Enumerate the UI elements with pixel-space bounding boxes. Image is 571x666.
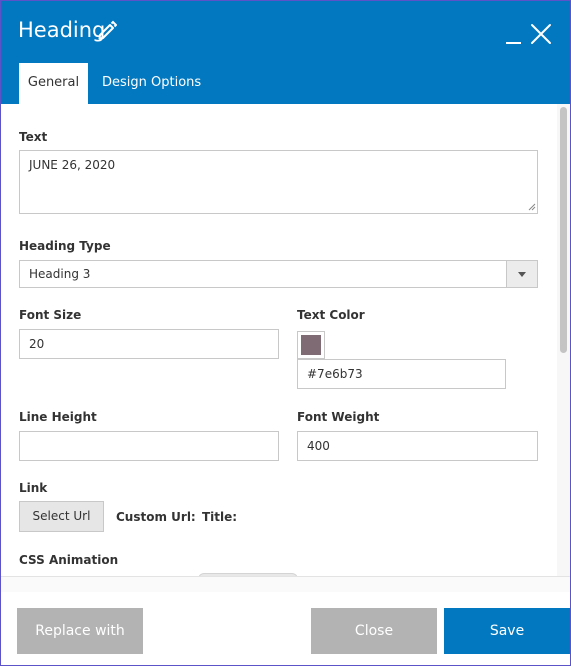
select-url-button[interactable]: Select Url [19,501,104,532]
scrollbar-thumb[interactable] [560,107,567,353]
dialog-title: Heading [18,18,106,42]
footer-divider [1,576,570,592]
close-button[interactable]: Close [311,608,437,654]
text-label: Text [19,130,48,144]
css-animation-label: CSS Animation [19,553,119,567]
text-color-label: Text Color [297,308,365,322]
dialog-header: Heading General Design Options [1,1,570,104]
chevron-down-icon [506,261,537,287]
color-swatch-button[interactable] [297,331,325,359]
font-size-input[interactable]: 20 [19,329,279,359]
heading-dialog: Heading General Design Options Text JUNE… [0,0,571,666]
heading-type-value: Heading 3 [29,267,91,281]
heading-type-select[interactable]: Heading 3 [19,260,538,288]
form-content: Text JUNE 26, 2020 Heading Type Heading … [1,104,556,576]
font-weight-input[interactable]: 400 [297,431,538,461]
line-height-input[interactable] [19,431,279,461]
tab-general[interactable]: General [19,63,88,104]
heading-type-label: Heading Type [19,239,111,253]
minimize-button[interactable] [504,21,524,47]
link-title-label: Title: [202,510,238,524]
link-label: Link [19,481,48,495]
font-weight-label: Font Weight [297,410,380,424]
custom-url-label: Custom Url: [116,510,196,524]
replace-with-button[interactable]: Replace with [17,608,143,654]
pencil-icon[interactable] [97,20,117,40]
minimize-icon [506,42,521,44]
text-color-input[interactable]: #7e6b73 [297,359,506,389]
resize-handle-icon[interactable] [528,203,536,211]
text-textarea[interactable]: JUNE 26, 2020 [19,150,538,214]
close-icon[interactable] [528,21,554,47]
tab-design-options[interactable]: Design Options [102,63,201,104]
line-height-label: Line Height [19,410,97,424]
save-button[interactable]: Save [444,608,570,654]
color-swatch [301,335,321,355]
font-size-label: Font Size [19,308,82,322]
scrollbar[interactable] [557,104,570,576]
dialog-footer: Replace with Close Save [1,592,570,665]
